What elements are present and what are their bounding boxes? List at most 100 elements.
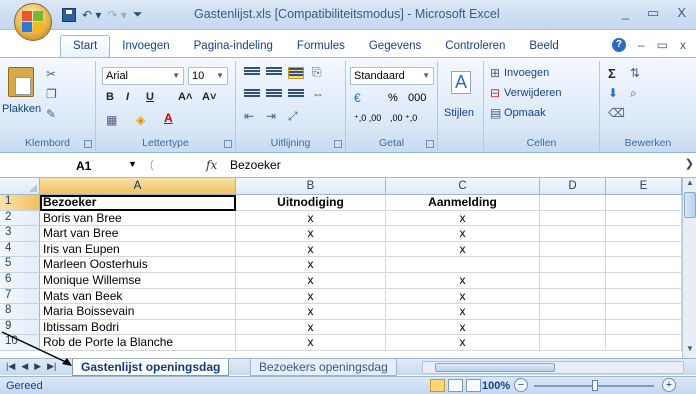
cell-e9[interactable]: [606, 319, 682, 336]
font-color-icon[interactable]: A: [164, 111, 173, 125]
increase-decimal-button[interactable]: ⁺,0 ,00: [354, 113, 381, 124]
border-icon[interactable]: ▦: [106, 113, 117, 127]
cell-b4[interactable]: x: [236, 241, 386, 258]
tab-invoegen[interactable]: Invoegen: [110, 36, 181, 57]
cell-b8[interactable]: x: [236, 304, 386, 320]
cell-a3[interactable]: Mart van Bree: [40, 226, 236, 242]
number-launcher-icon[interactable]: [426, 140, 434, 148]
align-bottom-icon[interactable]: [288, 67, 304, 79]
cell-a7[interactable]: Mats van Beek: [40, 288, 236, 305]
cell-a2[interactable]: Boris van Bree: [40, 210, 236, 227]
tab-beeld[interactable]: Beeld: [517, 36, 570, 57]
cell-a4[interactable]: Iris van Eupen: [40, 241, 236, 258]
cell-e5[interactable]: [606, 257, 682, 273]
cell-c3[interactable]: x: [386, 226, 540, 242]
fill-color-icon[interactable]: ◈: [136, 113, 145, 127]
column-header-b[interactable]: B: [236, 178, 386, 195]
vertical-scrollbar[interactable]: ▲ ▼: [682, 178, 696, 358]
vertical-scroll-thumb[interactable]: [684, 192, 696, 218]
zoom-in-button[interactable]: +: [662, 378, 676, 392]
styles-icon[interactable]: A: [451, 71, 472, 94]
save-icon[interactable]: [62, 7, 76, 22]
sort-filter-icon[interactable]: ⇅: [630, 66, 640, 80]
restore-button[interactable]: ▭: [647, 5, 659, 21]
cell-b1[interactable]: Uitnodiging: [236, 195, 386, 211]
cell-c9[interactable]: x: [386, 319, 540, 336]
wrap-text-icon[interactable]: ⎘: [312, 65, 322, 80]
fill-icon[interactable]: ⬇: [608, 86, 618, 100]
increase-indent-icon[interactable]: ⇥: [266, 109, 276, 123]
align-right-icon[interactable]: [288, 89, 304, 101]
cell-d8[interactable]: [540, 304, 606, 320]
cell-e6[interactable]: [606, 273, 682, 289]
cell-a8[interactable]: Maria Boissevain: [40, 304, 236, 320]
cell-d2[interactable]: [540, 210, 606, 227]
row-header[interactable]: 5: [0, 257, 40, 273]
number-format-select[interactable]: Standaard ▼: [350, 67, 434, 85]
align-left-icon[interactable]: [244, 89, 260, 101]
ribbon-close-icon[interactable]: x: [680, 38, 686, 52]
underline-button[interactable]: U: [146, 91, 154, 103]
tab-formules[interactable]: Formules: [285, 36, 357, 57]
align-center-icon[interactable]: [266, 89, 282, 101]
close-button[interactable]: X: [677, 5, 686, 21]
cell-b3[interactable]: x: [236, 226, 386, 242]
ribbon-restore-icon[interactable]: ▭: [657, 38, 668, 52]
office-button[interactable]: [14, 3, 52, 41]
row-header[interactable]: 6: [0, 273, 40, 289]
shrink-font-button[interactable]: A˅: [202, 91, 216, 103]
column-header-c[interactable]: C: [386, 178, 540, 195]
cell-c8[interactable]: x: [386, 304, 540, 320]
customize-qat-icon[interactable]: ⏷: [133, 7, 143, 22]
clear-icon[interactable]: ⌫: [608, 106, 625, 120]
cell-c1[interactable]: Aanmelding: [386, 195, 540, 211]
currency-icon[interactable]: €: [354, 91, 361, 105]
align-top-icon[interactable]: [244, 67, 260, 79]
cell-e4[interactable]: [606, 241, 682, 258]
cell-d6[interactable]: [540, 273, 606, 289]
tab-gegevens[interactable]: Gegevens: [357, 36, 433, 57]
minimize-button[interactable]: _: [622, 5, 629, 21]
styles-button[interactable]: Stijlen: [444, 107, 474, 119]
cell-a5[interactable]: Marleen Oosterhuis: [40, 257, 236, 273]
cell-d5[interactable]: [540, 257, 606, 273]
cell-b5[interactable]: x: [236, 257, 386, 273]
scroll-down-icon[interactable]: ▼: [683, 344, 696, 358]
row-header[interactable]: 4: [0, 241, 40, 258]
cell-d4[interactable]: [540, 241, 606, 258]
tab-controleren[interactable]: Controleren: [433, 36, 517, 57]
cell-e1[interactable]: [606, 195, 682, 211]
autosum-button[interactable]: Σ: [608, 66, 616, 81]
cell-d10[interactable]: [540, 335, 606, 351]
percent-button[interactable]: %: [388, 92, 398, 104]
tab-pagina-indeling[interactable]: Pagina-indeling: [182, 36, 285, 57]
horizontal-scroll-thumb[interactable]: [435, 363, 555, 372]
cell-c10[interactable]: x: [386, 335, 540, 351]
row-header[interactable]: 2: [0, 210, 40, 227]
cell-c7[interactable]: x: [386, 288, 540, 305]
bold-button[interactable]: B: [106, 91, 114, 103]
cell-e8[interactable]: [606, 304, 682, 320]
cell-c2[interactable]: x: [386, 210, 540, 227]
cell-d3[interactable]: [540, 226, 606, 242]
horizontal-scrollbar[interactable]: [422, 361, 684, 374]
font-launcher-icon[interactable]: [224, 140, 232, 148]
italic-button[interactable]: I: [126, 91, 129, 103]
cell-b10[interactable]: x: [236, 335, 386, 351]
page-break-view-icon[interactable]: [466, 379, 481, 392]
zoom-slider-knob[interactable]: [592, 380, 598, 391]
font-size-select[interactable]: 10 ▼: [188, 67, 228, 85]
undo-icon[interactable]: ↶ ▾: [82, 8, 101, 22]
formula-input[interactable]: Bezoeker: [230, 158, 281, 172]
row-header[interactable]: 8: [0, 304, 40, 320]
cut-icon[interactable]: ✂: [46, 67, 56, 81]
name-box-dropdown-icon[interactable]: ▼: [128, 159, 137, 169]
paste-icon[interactable]: [8, 67, 34, 97]
orientation-icon[interactable]: ⤢: [288, 109, 298, 124]
page-layout-view-icon[interactable]: [448, 379, 463, 392]
row-header[interactable]: 1: [0, 195, 40, 211]
align-middle-icon[interactable]: [266, 67, 282, 79]
zoom-level[interactable]: 100%: [482, 380, 510, 392]
column-header-e[interactable]: E: [606, 178, 682, 195]
cell-a1[interactable]: Bezoeker: [40, 195, 236, 211]
